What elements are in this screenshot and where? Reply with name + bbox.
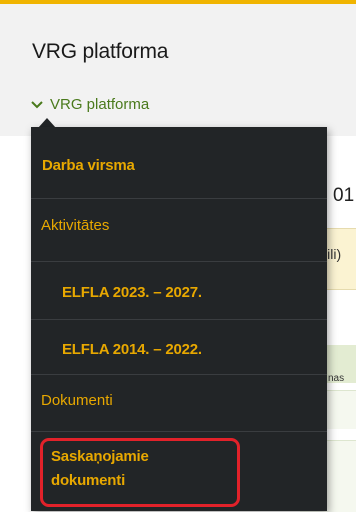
page-header: VRG platforma VRG platforma xyxy=(0,4,356,136)
app-title: VRG platforma xyxy=(32,40,169,63)
menu-item-aktivitates[interactable]: Aktivitātes xyxy=(31,199,327,262)
breadcrumb[interactable]: VRG platforma xyxy=(30,96,149,113)
menu-item-label: ELFLA 2014. – 2022. xyxy=(62,341,202,358)
chevron-down-icon xyxy=(31,100,43,108)
menu-item-label: Darba virsma xyxy=(42,157,135,174)
highlight-outline xyxy=(40,438,240,507)
menu-item-darba-virsma[interactable]: Darba virsma xyxy=(31,127,327,199)
table-header-text: nas xyxy=(328,373,345,384)
page-number-fragment: 01 xyxy=(333,185,355,206)
menu-item-label: Aktivitātes xyxy=(41,217,110,234)
menu-item-label: Dokumenti xyxy=(41,392,113,409)
menu-item-dokumenti[interactable]: Dokumenti xyxy=(31,375,327,432)
menu-item-elfla-2023-2027[interactable]: ELFLA 2023. – 2027. xyxy=(31,262,327,320)
menu-item-label: ELFLA 2023. – 2027. xyxy=(62,284,202,301)
breadcrumb-label: VRG platforma xyxy=(50,96,150,113)
menu-item-elfla-2014-2022[interactable]: ELFLA 2014. – 2022. xyxy=(31,320,327,375)
